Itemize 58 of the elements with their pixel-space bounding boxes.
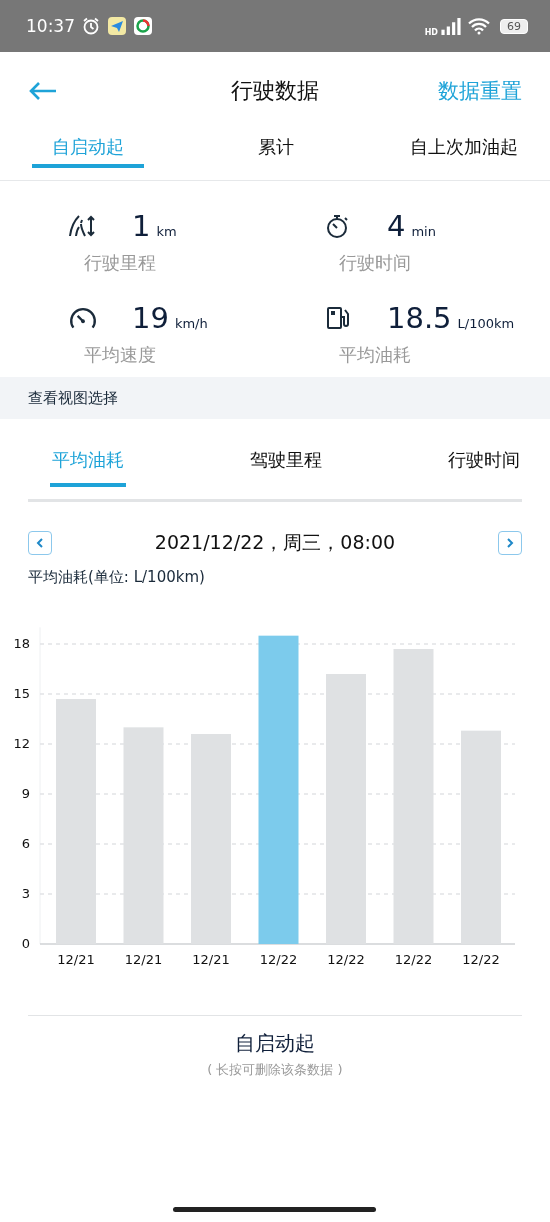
axis-category-label: 12/22 — [394, 952, 433, 967]
stat-value: 19 — [132, 301, 169, 335]
axis-category-label: 12/22 — [462, 952, 500, 967]
stat-unit: min — [411, 224, 436, 239]
stat-label: 行驶里程 — [84, 251, 157, 275]
axis-category-label: 12/22 — [327, 952, 365, 967]
clock-time: 10:37 — [26, 16, 75, 36]
axis-category-label: 12/21 — [192, 952, 230, 967]
axis-tick-label: 0 — [21, 936, 30, 951]
alarm-icon — [81, 16, 101, 36]
battery-indicator: 69 — [500, 18, 528, 34]
stat-unit: L/100km — [457, 316, 515, 331]
tab[interactable]: 累计 — [256, 130, 296, 168]
stat-label: 平均油耗 — [339, 343, 412, 367]
axis-tick-label: 3 — [21, 886, 30, 901]
unit-label: 平均油耗(单位: L/100km) — [28, 568, 205, 587]
view-tab[interactable]: 行驶时间 — [446, 437, 522, 487]
stat-label: 行驶时间 — [339, 251, 412, 275]
stat-value: 4 — [387, 209, 406, 243]
stat-unit: km/h — [174, 316, 208, 331]
stat-value: 18.5 — [387, 301, 452, 335]
chevron-left-icon — [34, 537, 46, 549]
section-title: 查看视图选择 — [28, 388, 118, 408]
bar[interactable] — [326, 674, 366, 944]
stat-label: 平均速度 — [84, 343, 157, 367]
next-button[interactable] — [498, 531, 522, 555]
signal-icon — [440, 17, 462, 35]
previous-button[interactable] — [28, 531, 52, 555]
back-arrow-icon[interactable] — [28, 81, 58, 101]
view-tab[interactable]: 驾驶里程 — [248, 437, 324, 487]
network-label: HD — [424, 27, 438, 37]
bar[interactable] — [393, 649, 434, 944]
bar[interactable] — [56, 699, 96, 944]
axis-tick-label: 15 — [13, 686, 30, 701]
axis-tick-label: 12 — [13, 736, 30, 751]
footer-title: 自启动起 — [235, 1030, 315, 1057]
axis-tick-label: 18 — [13, 636, 30, 651]
bar[interactable] — [191, 734, 231, 944]
axis-tick-label: 6 — [21, 836, 30, 851]
bar[interactable] — [461, 730, 501, 944]
stat-unit: km — [156, 224, 177, 239]
road-icon — [68, 213, 98, 239]
axis-category-label: 12/21 — [124, 952, 163, 967]
axis-tick-label: 9 — [21, 786, 30, 801]
page-title: 行驶数据 — [231, 77, 319, 105]
tab[interactable]: 自上次加油起 — [408, 130, 518, 168]
date-label: 2021/12/22，周三，08:00 — [154, 530, 396, 555]
speedometer-icon — [68, 305, 98, 331]
bar[interactable] — [123, 727, 164, 944]
axis-category-label: 12/22 — [259, 952, 298, 967]
wifi-icon — [468, 17, 490, 35]
axis-category-label: 12/21 — [57, 952, 95, 967]
footer-hint: ( 长按可删除该条数据 ) — [207, 1061, 343, 1079]
app-icon — [133, 16, 153, 36]
stat-value: 1 — [132, 209, 151, 243]
app-icon — [107, 16, 127, 36]
chevron-right-icon — [504, 537, 516, 549]
bar[interactable] — [258, 635, 299, 944]
